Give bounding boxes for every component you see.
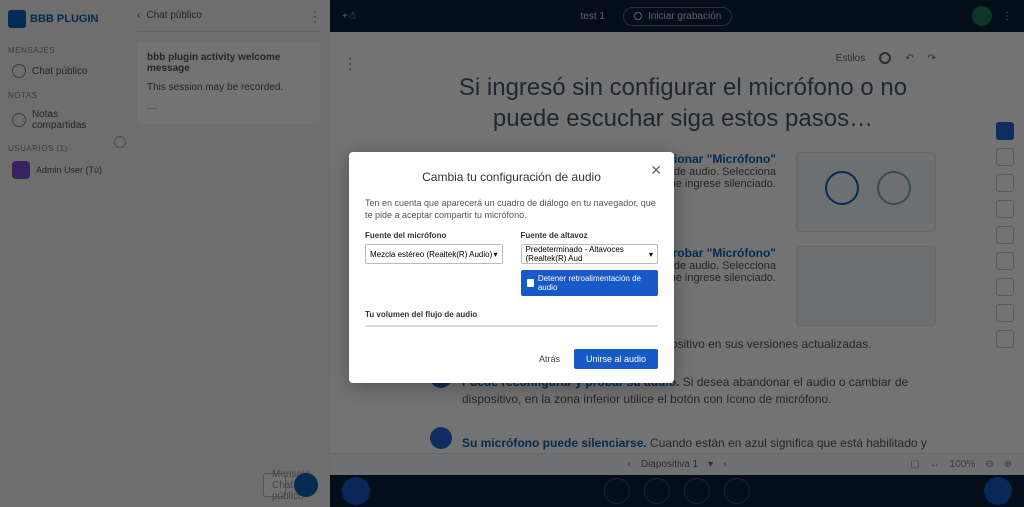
speaker-source-value: Predeterminado - Altavoces (Realtek(R) A… bbox=[526, 245, 649, 263]
chevron-down-icon: ▾ bbox=[493, 250, 497, 259]
mic-source-label: Fuente del micrófono bbox=[365, 231, 503, 240]
close-icon[interactable]: ✕ bbox=[650, 162, 662, 179]
stop-feedback-button[interactable]: Detener retroalimentación de audio bbox=[521, 270, 659, 296]
mic-source-value: Mezcla estéreo (Realtek(R) Audio) bbox=[370, 250, 492, 259]
volume-meter bbox=[365, 325, 658, 327]
join-audio-button[interactable]: Unirse al audio bbox=[574, 349, 658, 369]
modal-description: Ten en cuenta que aparecerá un cuadro de… bbox=[365, 198, 658, 221]
stop-feedback-label: Detener retroalimentación de audio bbox=[538, 274, 652, 292]
volume-label: Tu volumen del flujo de audio bbox=[365, 310, 658, 319]
chevron-down-icon: ▾ bbox=[649, 250, 653, 259]
mic-source-group: Fuente del micrófono Mezcla estéreo (Rea… bbox=[365, 231, 503, 296]
modal-title: Cambia tu configuración de audio bbox=[365, 170, 658, 184]
speaker-source-select[interactable]: Predeterminado - Altavoces (Realtek(R) A… bbox=[521, 244, 659, 264]
lock-icon bbox=[527, 279, 534, 287]
speaker-source-group: Fuente de altavoz Predeterminado - Altav… bbox=[521, 231, 659, 296]
back-button[interactable]: Atrás bbox=[535, 349, 564, 369]
audio-settings-modal: ✕ Cambia tu configuración de audio Ten e… bbox=[349, 152, 674, 383]
mic-source-select[interactable]: Mezcla estéreo (Realtek(R) Audio) ▾ bbox=[365, 244, 503, 264]
speaker-source-label: Fuente de altavoz bbox=[521, 231, 659, 240]
